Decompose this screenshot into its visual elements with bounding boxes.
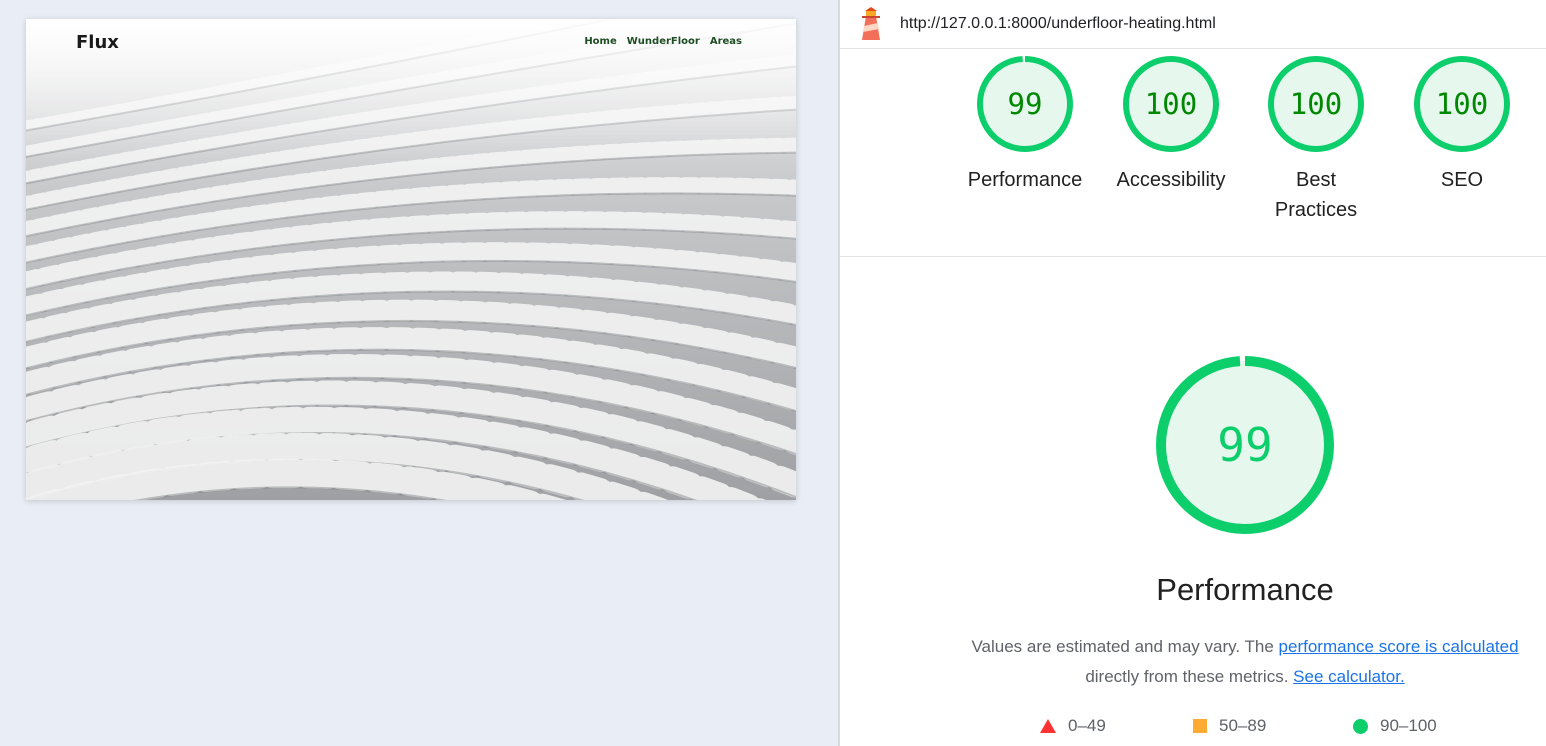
nav-link-wunderfloor[interactable]: WunderFloor xyxy=(627,36,700,47)
nav-link-areas[interactable]: Areas xyxy=(710,36,742,47)
site-logo[interactable]: Flux xyxy=(76,32,119,53)
site-navbar: Flux Home WunderFloor Areas xyxy=(26,19,796,67)
gauge-accessibility[interactable]: 100 Accessibility xyxy=(1106,55,1236,195)
gauge-label: Performance xyxy=(967,169,1083,191)
legend-range: 0–49 xyxy=(1068,716,1106,735)
gauge-performance[interactable]: 99 Performance xyxy=(960,55,1090,195)
legend-range: 50–89 xyxy=(1219,716,1267,735)
square-icon xyxy=(1193,719,1207,733)
gauge-score: 99 xyxy=(1007,87,1043,121)
performance-heading: Performance xyxy=(1156,572,1334,607)
score-calculated-link[interactable]: performance score is calculated xyxy=(1279,637,1519,656)
report-topbar: http://127.0.0.1:8000/underfloor-heating… xyxy=(840,0,1546,49)
gauge-best-practices[interactable]: 100 Best Practices xyxy=(1251,55,1381,225)
desc-text: Values are estimated and may vary. The xyxy=(971,637,1279,656)
gauge-score: 100 xyxy=(1289,87,1343,121)
gauge-seo[interactable]: 100 SEO xyxy=(1397,55,1527,195)
site-preview: Flux Home WunderFloor Areas xyxy=(26,19,796,500)
see-calculator-link[interactable]: See calculator. xyxy=(1293,667,1405,686)
legend-average: 50–89 xyxy=(1193,716,1266,736)
site-preview-pane: Flux Home WunderFloor Areas xyxy=(0,0,838,746)
hero-image xyxy=(26,19,796,500)
site-nav-links: Home WunderFloor Areas xyxy=(584,36,742,47)
desc-text-2: directly from these metrics. xyxy=(1085,667,1294,686)
lighthouse-report: http://127.0.0.1:8000/underfloor-heating… xyxy=(840,0,1546,746)
performance-description: Values are estimated and may vary. The p… xyxy=(950,632,1540,692)
legend-range: 90–100 xyxy=(1380,716,1437,735)
category-gauges: 99 Performance 100 Accessibility 100 Bes… xyxy=(840,49,1546,257)
gauge-label: Accessibility xyxy=(1116,169,1226,191)
gauge-label: Best Practices xyxy=(1274,169,1358,221)
gauge-score: 100 xyxy=(1144,87,1198,121)
nav-link-home[interactable]: Home xyxy=(584,36,616,47)
legend-pass: 90–100 xyxy=(1353,716,1437,736)
performance-gauge-large: 99 xyxy=(1153,353,1337,537)
performance-score-large: 99 xyxy=(1217,418,1273,472)
gauge-score: 100 xyxy=(1435,87,1489,121)
score-legend: 0–49 50–89 90–100 xyxy=(1040,716,1540,740)
lighthouse-icon xyxy=(862,7,880,40)
gauge-label: SEO xyxy=(1440,169,1484,191)
report-url: http://127.0.0.1:8000/underfloor-heating… xyxy=(900,15,1216,32)
legend-fail: 0–49 xyxy=(1040,716,1106,736)
triangle-icon xyxy=(1040,719,1056,733)
circle-icon xyxy=(1353,718,1368,734)
